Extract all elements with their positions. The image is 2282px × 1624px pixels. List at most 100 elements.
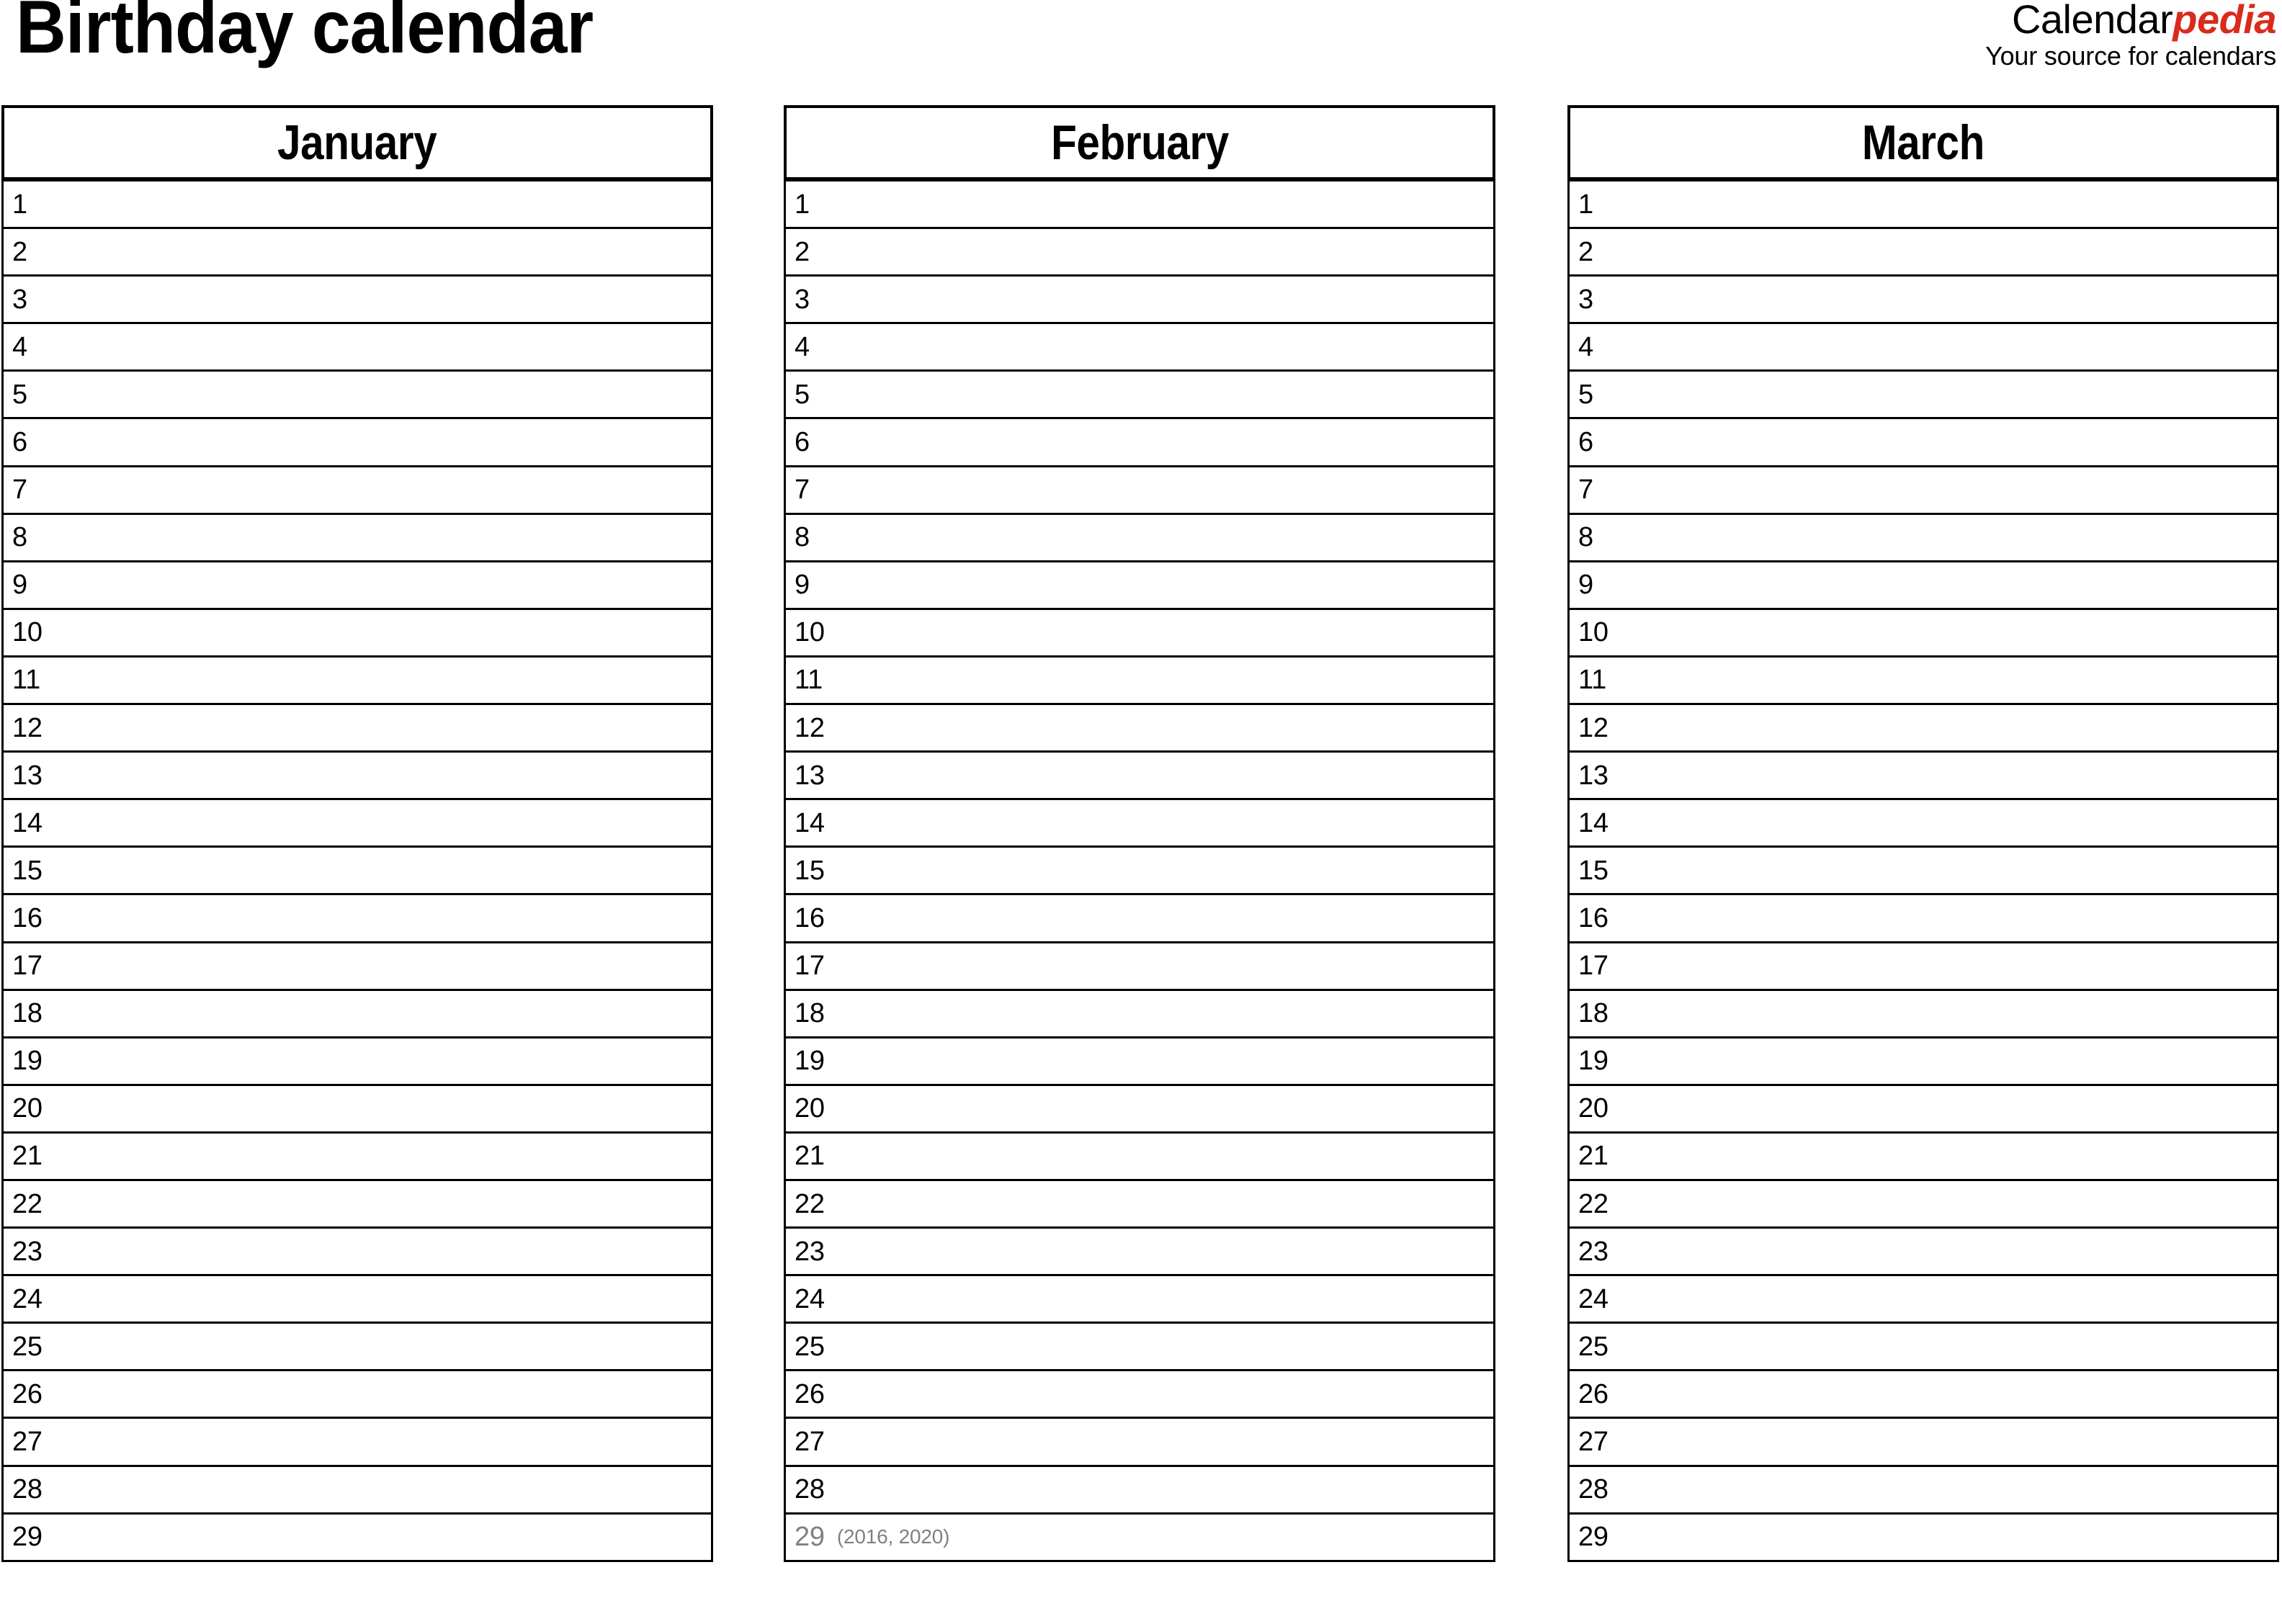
day-row[interactable]: 23 bbox=[1567, 1226, 2279, 1277]
day-number: 22 bbox=[1578, 1188, 1608, 1219]
day-row[interactable]: 9 bbox=[1, 560, 713, 610]
day-row[interactable]: 9 bbox=[1567, 560, 2279, 610]
day-row[interactable]: 2 bbox=[784, 227, 1495, 277]
day-row[interactable]: 11 bbox=[1, 655, 713, 706]
day-row[interactable]: 27 bbox=[1, 1417, 713, 1467]
day-row[interactable]: 27 bbox=[784, 1417, 1495, 1467]
day-row[interactable]: 12 bbox=[1, 703, 713, 753]
day-row[interactable]: 17 bbox=[1, 941, 713, 991]
day-row[interactable]: 7 bbox=[1, 465, 713, 515]
day-row[interactable]: 24 bbox=[1, 1274, 713, 1324]
day-number: 11 bbox=[795, 665, 823, 696]
day-row[interactable]: 26 bbox=[1567, 1369, 2279, 1419]
day-row[interactable]: 29 (2016, 2020) bbox=[784, 1512, 1495, 1562]
day-row[interactable]: 13 bbox=[784, 750, 1495, 801]
day-number: 24 bbox=[1578, 1283, 1608, 1314]
day-number: 18 bbox=[12, 998, 42, 1029]
day-row[interactable]: 5 bbox=[1567, 369, 2279, 420]
day-row[interactable]: 23 bbox=[784, 1226, 1495, 1277]
day-row[interactable]: 1 bbox=[1, 179, 713, 230]
day-row[interactable]: 19 bbox=[784, 1036, 1495, 1086]
day-row[interactable]: 3 bbox=[1, 274, 713, 325]
day-row[interactable]: 10 bbox=[1567, 607, 2279, 658]
day-number: 1 bbox=[12, 189, 27, 220]
day-row[interactable]: 1 bbox=[784, 179, 1495, 230]
day-row[interactable]: 12 bbox=[1567, 703, 2279, 753]
day-row[interactable]: 12 bbox=[784, 703, 1495, 753]
day-row[interactable]: 25 bbox=[784, 1322, 1495, 1372]
day-row[interactable]: 4 bbox=[784, 322, 1495, 372]
day-row[interactable]: 8 bbox=[1, 512, 713, 562]
day-row[interactable]: 21 bbox=[1, 1131, 713, 1181]
day-row[interactable]: 2 bbox=[1, 227, 713, 277]
day-row[interactable]: 3 bbox=[784, 274, 1495, 325]
day-row[interactable]: 4 bbox=[1, 322, 713, 372]
day-row[interactable]: 22 bbox=[784, 1178, 1495, 1229]
day-row[interactable]: 28 bbox=[1, 1464, 713, 1515]
day-row[interactable]: 18 bbox=[1567, 988, 2279, 1038]
day-row[interactable]: 6 bbox=[1567, 417, 2279, 467]
day-row[interactable]: 15 bbox=[1567, 845, 2279, 896]
day-number: 13 bbox=[12, 760, 42, 791]
day-row[interactable]: 6 bbox=[1, 417, 713, 467]
day-row[interactable]: 6 bbox=[784, 417, 1495, 467]
day-row[interactable]: 20 bbox=[784, 1083, 1495, 1134]
day-row[interactable]: 7 bbox=[1567, 465, 2279, 515]
day-number: 20 bbox=[1578, 1093, 1608, 1124]
day-row[interactable]: 18 bbox=[1, 988, 713, 1038]
day-row[interactable]: 2 bbox=[1567, 227, 2279, 277]
day-row[interactable]: 1 bbox=[1567, 179, 2279, 230]
day-row[interactable]: 5 bbox=[784, 369, 1495, 420]
day-row[interactable]: 25 bbox=[1, 1322, 713, 1372]
day-row[interactable]: 4 bbox=[1567, 322, 2279, 372]
day-row[interactable]: 16 bbox=[784, 893, 1495, 943]
day-row[interactable]: 16 bbox=[1567, 893, 2279, 943]
day-row[interactable]: 7 bbox=[784, 465, 1495, 515]
day-number: 16 bbox=[12, 902, 42, 933]
day-row[interactable]: 22 bbox=[1567, 1178, 2279, 1229]
day-row[interactable]: 5 bbox=[1, 369, 713, 420]
day-row[interactable]: 14 bbox=[1567, 798, 2279, 848]
day-row[interactable]: 20 bbox=[1, 1083, 713, 1134]
day-row[interactable]: 8 bbox=[1567, 512, 2279, 562]
day-row[interactable]: 9 bbox=[784, 560, 1495, 610]
day-row[interactable]: 28 bbox=[784, 1464, 1495, 1515]
day-row[interactable]: 3 bbox=[1567, 274, 2279, 325]
day-row[interactable]: 18 bbox=[784, 988, 1495, 1038]
day-row[interactable]: 29 bbox=[1567, 1512, 2279, 1562]
day-row[interactable]: 26 bbox=[784, 1369, 1495, 1419]
day-row[interactable]: 24 bbox=[784, 1274, 1495, 1324]
day-row[interactable]: 10 bbox=[784, 607, 1495, 658]
day-row[interactable]: 20 bbox=[1567, 1083, 2279, 1134]
day-row[interactable]: 14 bbox=[784, 798, 1495, 848]
day-row[interactable]: 11 bbox=[784, 655, 1495, 706]
day-row[interactable]: 29 bbox=[1, 1512, 713, 1562]
day-row[interactable]: 22 bbox=[1, 1178, 713, 1229]
day-row[interactable]: 17 bbox=[784, 941, 1495, 991]
day-row[interactable]: 13 bbox=[1, 750, 713, 801]
day-row[interactable]: 19 bbox=[1567, 1036, 2279, 1086]
day-row[interactable]: 26 bbox=[1, 1369, 713, 1419]
day-number: 3 bbox=[12, 284, 27, 315]
day-row[interactable]: 13 bbox=[1567, 750, 2279, 801]
day-row[interactable]: 15 bbox=[1, 845, 713, 896]
page-title: Birthday calendar bbox=[16, 0, 594, 69]
day-row[interactable]: 11 bbox=[1567, 655, 2279, 706]
day-number: 1 bbox=[1578, 189, 1593, 220]
day-row[interactable]: 21 bbox=[1567, 1131, 2279, 1181]
day-row[interactable]: 19 bbox=[1, 1036, 713, 1086]
day-row[interactable]: 23 bbox=[1, 1226, 713, 1277]
day-number: 6 bbox=[795, 427, 810, 458]
day-row[interactable]: 15 bbox=[784, 845, 1495, 896]
day-row[interactable]: 28 bbox=[1567, 1464, 2279, 1515]
day-row[interactable]: 24 bbox=[1567, 1274, 2279, 1324]
day-row[interactable]: 21 bbox=[784, 1131, 1495, 1181]
day-row[interactable]: 14 bbox=[1, 798, 713, 848]
day-row[interactable]: 16 bbox=[1, 893, 713, 943]
day-row[interactable]: 17 bbox=[1567, 941, 2279, 991]
day-row[interactable]: 25 bbox=[1567, 1322, 2279, 1372]
day-row[interactable]: 27 bbox=[1567, 1417, 2279, 1467]
day-row[interactable]: 10 bbox=[1, 607, 713, 658]
day-number: 11 bbox=[1578, 665, 1607, 696]
day-row[interactable]: 8 bbox=[784, 512, 1495, 562]
